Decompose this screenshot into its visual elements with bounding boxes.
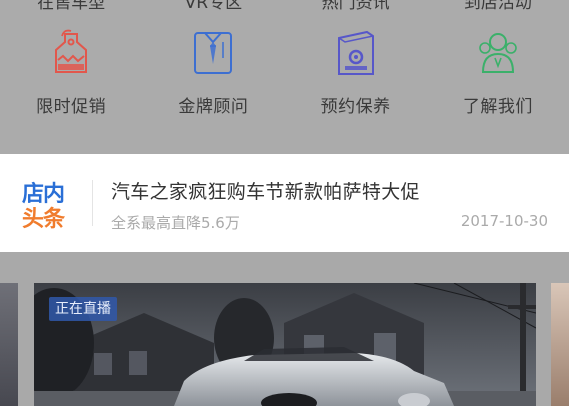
carousel-prev-banner[interactable]	[0, 283, 18, 406]
shortcut-section: 在售车型 VR专区 热门资讯 到店活动 限时促销 金牌顾问 预约保养 了解我们	[0, 0, 569, 154]
news-headline-card[interactable]: 店内 头条 汽车之家疯狂购车节新款帕萨特大促 全系最高直降5.6万 2017-1…	[0, 154, 569, 252]
store-headline-logo: 店内 头条	[22, 176, 78, 232]
news-date: 2017-10-30	[460, 212, 548, 230]
shortcut-grid: 限时促销 金牌顾问 预约保养 了解我们	[0, 28, 569, 124]
divider	[92, 180, 93, 226]
news-title[interactable]: 汽车之家疯狂购车节新款帕萨特大促	[111, 177, 420, 204]
shortcut-label: 金牌顾问	[178, 97, 249, 117]
live-badge: 正在直播	[49, 297, 117, 321]
top-nav-item[interactable]: 在售车型	[0, 0, 142, 13]
shortcut-label: 了解我们	[462, 97, 533, 117]
shortcut-label: 预约保养	[320, 97, 391, 117]
consultant-shirt-icon	[194, 32, 233, 74]
logo-line2: 头条	[22, 207, 65, 232]
team-people-icon	[479, 33, 517, 73]
shortcut-label: 限时促销	[36, 97, 107, 117]
top-nav-item[interactable]: 到店活动	[427, 0, 569, 13]
top-nav-item[interactable]: VR专区	[142, 0, 284, 13]
news-subtitle: 全系最高直降5.6万	[111, 214, 240, 232]
carousel-next-banner[interactable]	[551, 283, 569, 406]
shortcut-maintenance[interactable]: 预约保养	[285, 28, 427, 124]
top-nav-item[interactable]: 热门资讯	[285, 0, 427, 13]
shortcut-about-us[interactable]: 了解我们	[427, 28, 569, 124]
price-tag-icon	[55, 29, 88, 73]
shortcut-consultant[interactable]: 金牌顾问	[142, 28, 284, 124]
top-nav-row: 在售车型 VR专区 热门资讯 到店活动	[0, 0, 569, 13]
maintenance-book-icon	[337, 30, 374, 75]
shortcut-promotion[interactable]: 限时促销	[0, 28, 142, 124]
